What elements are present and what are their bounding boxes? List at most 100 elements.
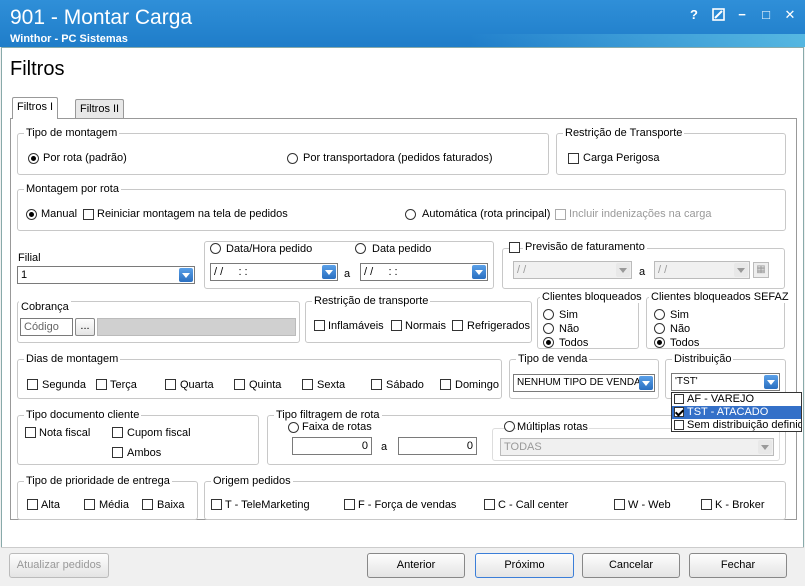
label-domingo: Domingo xyxy=(455,379,500,391)
label-normais: Normais xyxy=(405,320,446,332)
checkbox-terca[interactable] xyxy=(96,379,107,390)
data-inicio-value: / / : : xyxy=(214,266,248,278)
anterior-button[interactable]: Anterior xyxy=(367,553,465,578)
label-sabado: Sábado xyxy=(386,379,424,391)
radio-bloqueados-sim[interactable] xyxy=(543,309,554,320)
radio-por-rota[interactable] xyxy=(28,153,39,164)
checkbox-quarta[interactable] xyxy=(165,379,176,390)
group-label: Tipo de montagem xyxy=(24,127,120,139)
radio-multiplas-rotas[interactable] xyxy=(504,421,515,432)
chevron-down-icon[interactable] xyxy=(758,440,772,454)
checkbox-normais[interactable] xyxy=(391,320,402,331)
filial-select[interactable]: 1 xyxy=(17,266,195,284)
cancelar-button[interactable]: Cancelar xyxy=(582,553,680,578)
radio-sefaz-sim[interactable] xyxy=(654,309,665,320)
checkbox-cupom-fiscal[interactable] xyxy=(112,427,123,438)
checkbox-segunda[interactable] xyxy=(27,379,38,390)
checkbox-reiniciar[interactable] xyxy=(83,209,94,220)
previsao-fim-field[interactable]: / / xyxy=(654,261,750,279)
checkbox-quinta[interactable] xyxy=(234,379,245,390)
edit-icon[interactable] xyxy=(711,8,725,22)
tab-filtros-ii[interactable]: Filtros II xyxy=(75,99,125,118)
distribuicao-select[interactable]: 'TST' xyxy=(671,373,780,391)
checkbox-nota-fiscal[interactable] xyxy=(25,427,36,438)
label-cupom-fiscal: Cupom fiscal xyxy=(127,427,191,439)
radio-faixa-rotas[interactable] xyxy=(288,422,299,433)
proximo-button[interactable]: Próximo xyxy=(475,553,574,578)
help-icon[interactable]: ? xyxy=(687,8,701,22)
label-carga-perigosa: Carga Perigosa xyxy=(583,152,660,164)
radio-manual[interactable] xyxy=(26,209,37,220)
data-fim-field[interactable]: / / : : xyxy=(360,263,488,281)
checkbox-ambos[interactable] xyxy=(112,447,123,458)
group-label: Montagem por rota xyxy=(24,183,121,195)
radio-data-hora-pedido[interactable] xyxy=(210,243,221,254)
checkbox-inflamaveis[interactable] xyxy=(314,320,325,331)
radio-sefaz-todos[interactable] xyxy=(654,337,665,348)
tipo-venda-select[interactable]: NENHUM TIPO DE VENDA xyxy=(513,374,655,392)
checkbox-telemarketing[interactable] xyxy=(211,499,222,510)
checkbox-af-varejo[interactable] xyxy=(674,394,684,404)
chevron-down-icon[interactable] xyxy=(764,375,778,389)
close-icon[interactable]: ✕ xyxy=(783,8,797,22)
checkbox-baixa[interactable] xyxy=(142,499,153,510)
tab-filtros-i[interactable]: Filtros I xyxy=(12,97,59,119)
radio-sefaz-nao[interactable] xyxy=(654,323,665,334)
cobranca-search-button[interactable]: ... xyxy=(75,318,95,336)
label-alta: Alta xyxy=(41,499,60,511)
group-label: Tipo de prioridade de entrega xyxy=(24,475,172,487)
list-item[interactable]: AF - VAREJO xyxy=(672,393,801,406)
checkbox-media[interactable] xyxy=(84,499,95,510)
list-item[interactable]: TST - ATACADO xyxy=(672,406,801,419)
calendar-icon[interactable]: ▦ xyxy=(753,262,769,278)
tab-label: Filtros II xyxy=(80,103,120,115)
chevron-down-icon[interactable] xyxy=(734,263,748,277)
chevron-down-icon[interactable] xyxy=(639,376,653,390)
radio-por-transportadora[interactable] xyxy=(287,153,298,164)
chevron-down-icon[interactable] xyxy=(616,263,630,277)
checkbox-refrigerados[interactable] xyxy=(452,320,463,331)
checkbox-previsao[interactable] xyxy=(509,242,520,253)
previsao-inicio-value: / / xyxy=(517,264,527,276)
checkbox-tst-atacado[interactable] xyxy=(674,407,684,417)
group-label: Dias de montagem xyxy=(24,353,121,365)
faixa-inicio-input[interactable]: 0 xyxy=(292,437,372,455)
checkbox-sexta[interactable] xyxy=(302,379,313,390)
data-inicio-field[interactable]: / / : : xyxy=(210,263,338,281)
fechar-button[interactable]: Fechar xyxy=(689,553,787,578)
group-label: Clientes bloqueados xyxy=(540,291,644,303)
checkbox-sem-distribuicao[interactable] xyxy=(674,420,684,430)
checkbox-call-center[interactable] xyxy=(484,499,495,510)
label-sexta: Sexta xyxy=(317,379,346,391)
checkbox-sabado[interactable] xyxy=(371,379,382,390)
checkbox-broker[interactable] xyxy=(701,499,712,510)
cobranca-descricao xyxy=(97,318,296,336)
window-title: 901 - Montar Carga xyxy=(10,6,193,29)
label-web: W - Web xyxy=(628,499,671,511)
atualizar-pedidos-button[interactable]: Atualizar pedidos xyxy=(9,553,109,578)
checkbox-web[interactable] xyxy=(614,499,625,510)
label-manual: Manual xyxy=(41,208,78,220)
previsao-separator: a xyxy=(639,266,646,278)
label-automatica: Automática (rota principal) xyxy=(422,208,551,220)
multiplas-rotas-select[interactable]: TODAS xyxy=(500,438,774,456)
checkbox-domingo[interactable] xyxy=(440,379,451,390)
checkbox-forca-vendas[interactable] xyxy=(344,499,355,510)
radio-bloqueados-todos[interactable] xyxy=(543,337,554,348)
radio-automatica[interactable] xyxy=(405,209,416,220)
checkbox-alta[interactable] xyxy=(27,499,38,510)
checkbox-carga-perigosa[interactable] xyxy=(568,153,579,164)
radio-bloqueados-nao[interactable] xyxy=(543,323,554,334)
checkbox-incluir-indenizacoes[interactable] xyxy=(555,209,566,220)
distribuicao-dropdown-list: AF - VAREJO TST - ATACADO Sem distribuiç… xyxy=(671,392,802,432)
chevron-down-icon[interactable] xyxy=(179,268,193,282)
radio-data-pedido[interactable] xyxy=(355,243,366,254)
cobranca-codigo-input[interactable]: Código xyxy=(20,318,73,336)
maximize-icon[interactable]: □ xyxy=(759,8,773,22)
chevron-down-icon[interactable] xyxy=(322,265,336,279)
list-item[interactable]: Sem distribuição definida xyxy=(672,419,801,431)
minimize-icon[interactable]: − xyxy=(735,8,749,22)
previsao-inicio-field[interactable]: / / xyxy=(513,261,632,279)
faixa-fim-input[interactable]: 0 xyxy=(398,437,477,455)
chevron-down-icon[interactable] xyxy=(472,265,486,279)
